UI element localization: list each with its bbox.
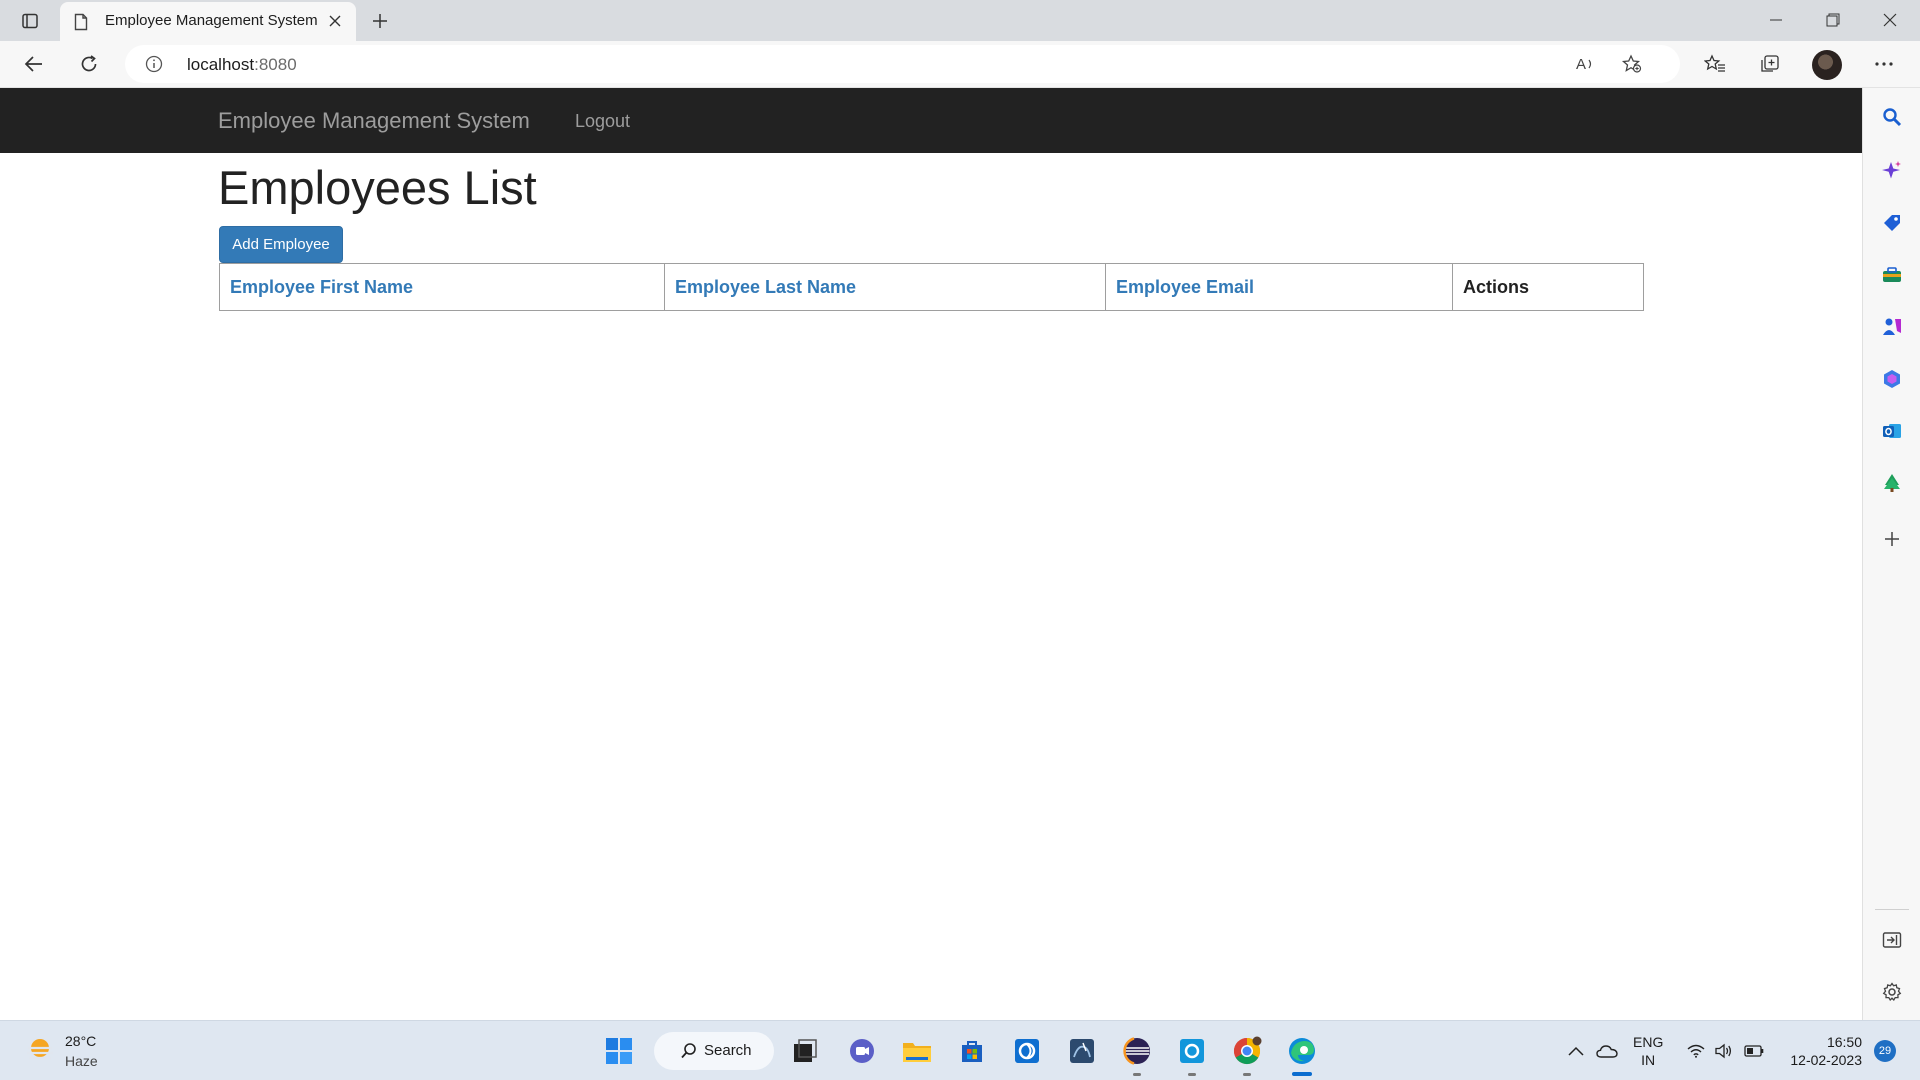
volume-icon[interactable] bbox=[1712, 1039, 1736, 1063]
browser-tab-strip: Employee Management System bbox=[0, 0, 1920, 41]
mysql-workbench-icon[interactable] bbox=[1064, 1033, 1100, 1069]
add-employee-button[interactable]: Add Employee bbox=[219, 226, 343, 263]
edge-sidebar bbox=[1862, 88, 1920, 1020]
clock-date: 12-02-2023 bbox=[1790, 1052, 1862, 1068]
add-icon[interactable] bbox=[1877, 524, 1907, 554]
refresh-icon[interactable] bbox=[71, 46, 107, 82]
url-port: :8080 bbox=[254, 55, 297, 74]
lang-code: ENG bbox=[1633, 1034, 1664, 1050]
weather-haze-icon[interactable] bbox=[24, 1034, 56, 1071]
header-first-name[interactable]: Employee First Name bbox=[219, 263, 665, 311]
taskbar-search-box[interactable]: Search bbox=[654, 1032, 774, 1070]
site-info-icon[interactable] bbox=[145, 55, 163, 78]
input-language[interactable]: ENG IN bbox=[1633, 1033, 1663, 1069]
header-actions: Actions bbox=[1452, 263, 1644, 311]
windows-taskbar: 28°C Haze Search ENG IN 16:50 12-02-2023… bbox=[0, 1020, 1920, 1080]
microsoft-store-icon[interactable] bbox=[954, 1033, 990, 1069]
taskbar-search-label: Search bbox=[704, 1042, 752, 1059]
header-last-name[interactable]: Employee Last Name bbox=[664, 263, 1106, 311]
header-email[interactable]: Employee Email bbox=[1105, 263, 1453, 311]
clock-time: 16:50 bbox=[1826, 1034, 1862, 1050]
address-bar[interactable]: localhost:8080 A bbox=[125, 45, 1680, 83]
active-app-indicator bbox=[1292, 1072, 1312, 1076]
profile-avatar[interactable] bbox=[1812, 50, 1842, 80]
teams-chat-icon[interactable] bbox=[844, 1033, 880, 1069]
browser-toolbar: localhost:8080 A bbox=[0, 41, 1920, 88]
start-windows-icon[interactable] bbox=[601, 1033, 637, 1069]
office-icon[interactable] bbox=[1877, 364, 1907, 394]
lang-region: IN bbox=[1641, 1052, 1656, 1068]
add-favorite-icon[interactable] bbox=[1617, 50, 1647, 78]
chrome-icon[interactable] bbox=[1229, 1033, 1265, 1069]
url-text: localhost:8080 bbox=[187, 55, 297, 75]
show-hidden-icons-icon[interactable] bbox=[1564, 1039, 1588, 1063]
tree-icon[interactable] bbox=[1877, 468, 1907, 498]
wifi-icon[interactable] bbox=[1684, 1039, 1708, 1063]
file-explorer-icon[interactable] bbox=[899, 1033, 935, 1069]
blue-app-icon[interactable] bbox=[1174, 1033, 1210, 1069]
notification-badge[interactable]: 29 bbox=[1874, 1040, 1896, 1062]
page-favicon-icon bbox=[74, 13, 88, 36]
svg-text:A: A bbox=[1576, 56, 1586, 73]
close-window-icon[interactable] bbox=[1862, 0, 1918, 40]
app-navbar: Employee Management System Logout bbox=[0, 88, 1862, 153]
task-view-icon[interactable] bbox=[787, 1033, 823, 1069]
app-circle-icon[interactable] bbox=[1009, 1033, 1045, 1069]
tools-icon[interactable] bbox=[1877, 260, 1907, 290]
running-indicator bbox=[1188, 1073, 1196, 1076]
back-arrow-icon[interactable] bbox=[16, 46, 52, 82]
tab-actions-icon[interactable] bbox=[12, 7, 48, 35]
app-brand-link[interactable]: Employee Management System bbox=[218, 108, 530, 134]
sidebar-separator bbox=[1875, 909, 1909, 910]
tab-close-icon[interactable] bbox=[324, 10, 346, 32]
weather-temperature: 28°C bbox=[65, 1033, 97, 1049]
weather-description: Haze bbox=[65, 1053, 98, 1069]
system-clock[interactable]: 16:50 12-02-2023 bbox=[1782, 1033, 1862, 1069]
restore-icon[interactable] bbox=[1805, 0, 1861, 40]
search-icon[interactable] bbox=[1877, 102, 1907, 132]
sidebar-toggle-icon[interactable] bbox=[1877, 925, 1907, 955]
copilot-icon[interactable] bbox=[1877, 156, 1907, 186]
table-header-row: Employee First Name Employee Last Name E… bbox=[219, 263, 1644, 311]
battery-icon[interactable] bbox=[1742, 1039, 1766, 1063]
page-title: Employees List bbox=[218, 161, 537, 214]
settings-icon[interactable] bbox=[1877, 977, 1907, 1007]
read-aloud-icon[interactable]: A bbox=[1571, 50, 1601, 78]
collections-icon[interactable] bbox=[1752, 46, 1788, 82]
employees-table: Employee First Name Employee Last Name E… bbox=[219, 263, 1644, 311]
tab-title: Employee Management System bbox=[105, 12, 318, 29]
minimize-icon[interactable] bbox=[1748, 0, 1804, 40]
eclipse-ide-icon[interactable] bbox=[1119, 1033, 1155, 1069]
url-host: localhost bbox=[187, 55, 255, 74]
running-indicator bbox=[1133, 1073, 1141, 1076]
favorites-icon[interactable] bbox=[1697, 46, 1733, 82]
logout-link[interactable]: Logout bbox=[575, 111, 630, 132]
new-tab-icon[interactable] bbox=[366, 7, 394, 35]
search-magnifier-icon bbox=[680, 1042, 698, 1065]
edge-browser-icon[interactable] bbox=[1284, 1033, 1320, 1069]
running-indicator bbox=[1243, 1073, 1251, 1076]
games-icon[interactable] bbox=[1877, 312, 1907, 342]
page-viewport: Employee Management System Logout Employ… bbox=[0, 88, 1862, 1020]
browser-tab[interactable]: Employee Management System bbox=[60, 2, 356, 41]
more-options-icon[interactable] bbox=[1866, 46, 1902, 82]
outlook-icon[interactable] bbox=[1877, 416, 1907, 446]
shopping-tag-icon[interactable] bbox=[1877, 208, 1907, 238]
onedrive-cloud-icon[interactable] bbox=[1595, 1039, 1619, 1063]
